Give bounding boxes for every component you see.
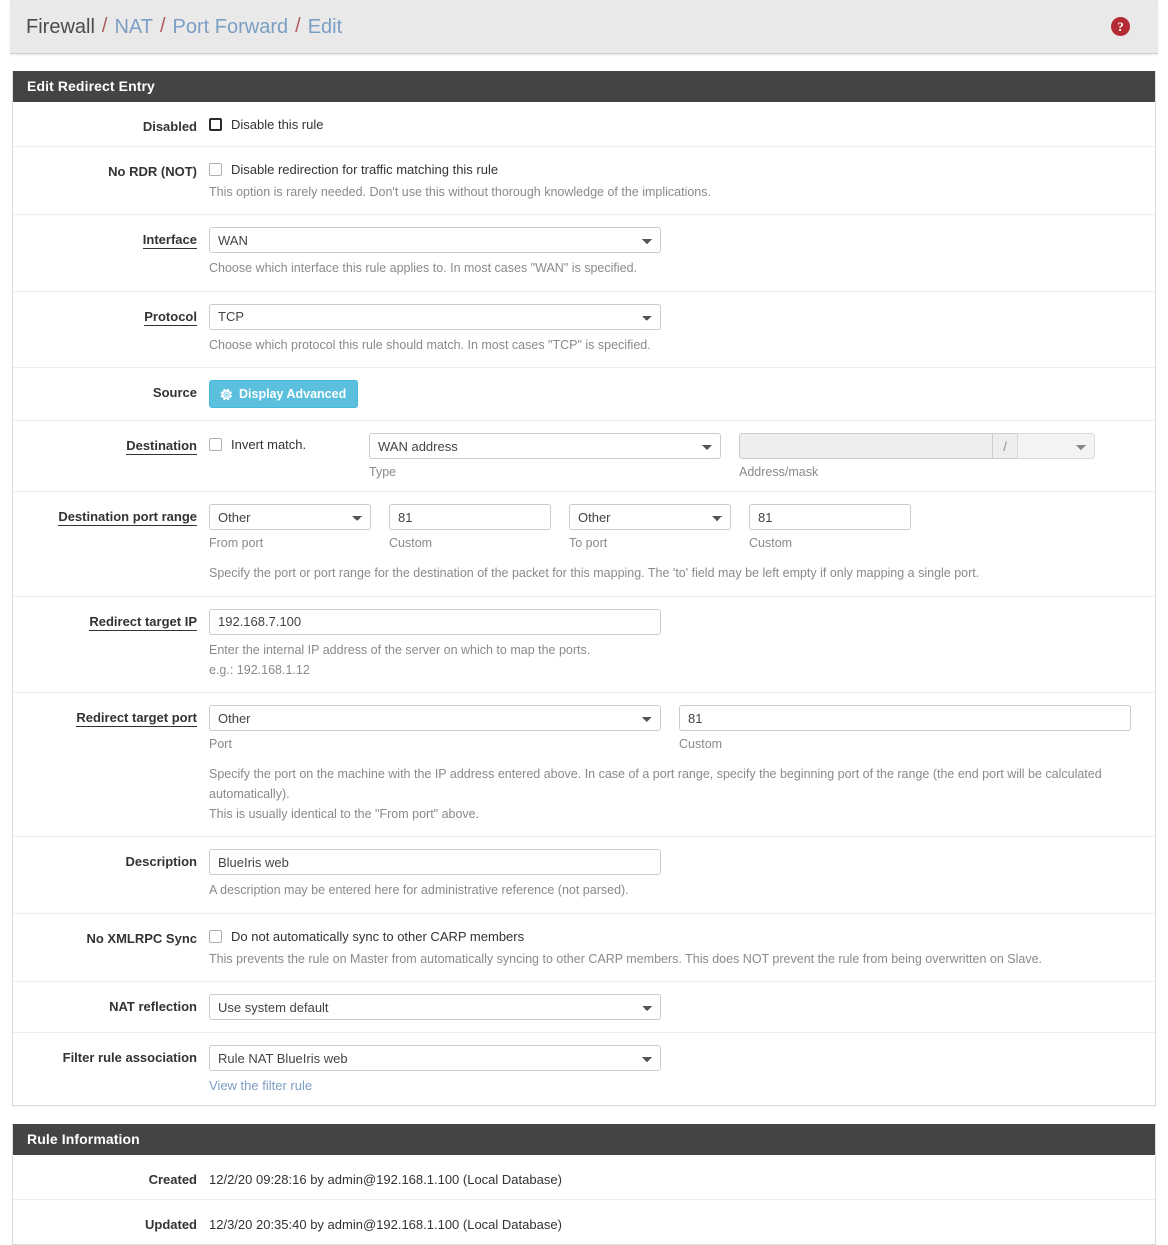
row-nat-reflection: NAT reflection Use system default: [13, 982, 1155, 1034]
label-destination-port-range: Destination port range: [58, 509, 197, 527]
row-updated: Updated 12/3/20 20:35:40 by admin@192.16…: [13, 1200, 1155, 1244]
redirect-target-ip-input[interactable]: [209, 608, 661, 635]
help-redirect-target-port-2: This is usually identical to the "From p…: [209, 807, 480, 821]
nat-reflection-select[interactable]: Use system default: [209, 994, 661, 1021]
redirect-target-port-custom-sublabel: Custom: [679, 737, 723, 752]
label-filter-rule-association: Filter rule association: [62, 1050, 197, 1066]
breadcrumb-bar: Firewall / NAT / Port Forward / Edit ?: [10, 0, 1158, 54]
panel-title-edit-redirect-entry: Edit Redirect Entry: [13, 71, 1155, 102]
row-destination: Destination Invert match. WAN address Ty…: [13, 421, 1155, 493]
breadcrumb-separator: /: [159, 15, 166, 37]
panel-title-rule-information: Rule Information: [13, 1124, 1155, 1156]
label-description: Description: [125, 854, 197, 870]
to-port-sublabel: To port: [569, 536, 608, 551]
disable-rule-label: Disable this rule: [231, 117, 324, 132]
destination-type-sublabel: Type: [369, 465, 397, 480]
row-no-xmlrpc-sync: No XMLRPC Sync Do not automatically sync…: [13, 914, 1155, 983]
slash-addon: /: [993, 433, 1017, 460]
disable-rule-checkbox[interactable]: [209, 118, 222, 131]
edit-redirect-entry-body: Disabled Disable this rule No RDR (NOT) …: [13, 102, 1155, 1105]
no-rdr-label: Disable redirection for traffic matching…: [231, 162, 499, 177]
label-updated: Updated: [145, 1217, 197, 1233]
help-circle-icon[interactable]: ?: [1111, 17, 1130, 36]
destination-mask-select[interactable]: [1017, 433, 1095, 460]
label-nat-reflection: NAT reflection: [109, 999, 197, 1015]
breadcrumb-item-port-forward[interactable]: Port Forward: [173, 17, 289, 37]
display-advanced-button[interactable]: Display Advanced: [209, 380, 359, 409]
help-redirect-target-ip-1: Enter the internal IP address of the ser…: [209, 642, 591, 657]
label-no-xmlrpc-sync: No XMLRPC Sync: [86, 930, 197, 946]
row-filter-rule-association: Filter rule association Rule NAT BlueIri…: [13, 1033, 1155, 1105]
row-no-rdr: No RDR (NOT) Disable redirection for tra…: [13, 147, 1155, 216]
row-redirect-target-ip: Redirect target IP Enter the internal IP…: [13, 597, 1155, 694]
row-interface: Interface WAN Choose which interface thi…: [13, 215, 1155, 292]
label-protocol: Protocol: [144, 308, 197, 326]
help-protocol: Choose which protocol this rule should m…: [209, 337, 651, 352]
label-redirect-target-ip: Redirect target IP: [89, 613, 197, 631]
row-created: Created 12/2/20 09:28:16 by admin@192.16…: [13, 1155, 1155, 1201]
breadcrumb-separator: /: [295, 15, 301, 37]
help-interface: Choose which interface this rule applies…: [209, 261, 638, 276]
edit-redirect-entry-panel: Edit Redirect Entry Disabled Disable thi…: [12, 71, 1156, 1107]
invert-match-label: Invert match.: [231, 437, 307, 453]
redirect-target-port-select[interactable]: Other: [209, 705, 661, 732]
to-port-select[interactable]: Other: [569, 504, 731, 531]
redirect-target-port-sublabel: Port: [209, 737, 232, 752]
from-port-select[interactable]: Other: [209, 504, 371, 531]
row-destination-port-range: Destination port range Other From port C…: [13, 492, 1155, 597]
destination-address-group: /: [739, 433, 1095, 460]
breadcrumb-item-edit[interactable]: Edit: [308, 17, 342, 37]
help-destination-port-range: Specify the port or port range for the d…: [209, 566, 980, 581]
help-redirect-target-ip-2: e.g.: 192.168.1.12: [209, 662, 310, 677]
invert-match-checkbox[interactable]: [209, 438, 222, 452]
value-updated: 12/3/20 20:35:40 by admin@192.168.1.100 …: [209, 1217, 562, 1233]
to-port-custom-input[interactable]: [749, 504, 911, 531]
protocol-select[interactable]: TCP: [209, 303, 661, 330]
view-filter-rule-link[interactable]: View the filter rule: [209, 1078, 312, 1093]
breadcrumb-item-firewall: Firewall: [26, 15, 95, 38]
no-xmlrpc-sync-checkbox[interactable]: [209, 929, 222, 943]
gear-icon: [220, 388, 232, 400]
rule-information-body: Created 12/2/20 09:28:16 by admin@192.16…: [13, 1155, 1155, 1244]
description-input[interactable]: [209, 849, 661, 876]
help-no-rdr: This option is rarely needed. Don't use …: [209, 185, 711, 199]
interface-select[interactable]: WAN: [209, 227, 661, 254]
help-description: A description may be entered here for ad…: [209, 883, 629, 898]
breadcrumb-item-nat[interactable]: NAT: [114, 17, 153, 37]
destination-address-input[interactable]: [739, 433, 993, 460]
destination-type-select[interactable]: WAN address: [369, 433, 721, 460]
from-port-custom-sublabel: Custom: [389, 536, 433, 551]
from-port-sublabel: From port: [209, 536, 264, 551]
row-protocol: Protocol TCP Choose which protocol this …: [13, 292, 1155, 369]
value-created: 12/2/20 09:28:16 by admin@192.168.1.100 …: [209, 1172, 562, 1188]
no-rdr-checkbox[interactable]: [209, 163, 222, 176]
label-destination: Destination: [126, 438, 197, 456]
label-source: Source: [152, 385, 197, 401]
breadcrumb-separator: /: [101, 15, 108, 37]
display-advanced-label: Display Advanced: [239, 387, 347, 402]
label-no-rdr: No RDR (NOT): [108, 164, 197, 179]
label-created: Created: [148, 1172, 197, 1188]
row-disabled: Disabled Disable this rule: [13, 102, 1155, 147]
to-port-custom-sublabel: Custom: [749, 536, 793, 551]
row-redirect-target-port: Redirect target port Other Port Custom S…: [13, 693, 1155, 838]
filter-rule-association-select[interactable]: Rule NAT BlueIris web: [209, 1045, 661, 1072]
row-source: Source Display Advanced: [13, 368, 1155, 422]
label-redirect-target-port: Redirect target port: [76, 710, 197, 728]
row-description: Description A description may be entered…: [13, 837, 1155, 914]
label-disabled: Disabled: [142, 119, 197, 134]
help-redirect-target-port-1: Specify the port on the machine with the…: [209, 767, 1102, 801]
help-no-xmlrpc-sync: This prevents the rule on Master from au…: [209, 951, 1043, 966]
rule-information-panel: Rule Information Created 12/2/20 09:28:1…: [12, 1124, 1156, 1245]
redirect-target-port-custom-input[interactable]: [679, 705, 1131, 732]
no-xmlrpc-sync-label: Do not automatically sync to other CARP …: [231, 928, 525, 944]
from-port-custom-input[interactable]: [389, 504, 551, 531]
label-interface: Interface: [142, 232, 197, 250]
destination-address-sublabel: Address/mask: [739, 465, 819, 480]
